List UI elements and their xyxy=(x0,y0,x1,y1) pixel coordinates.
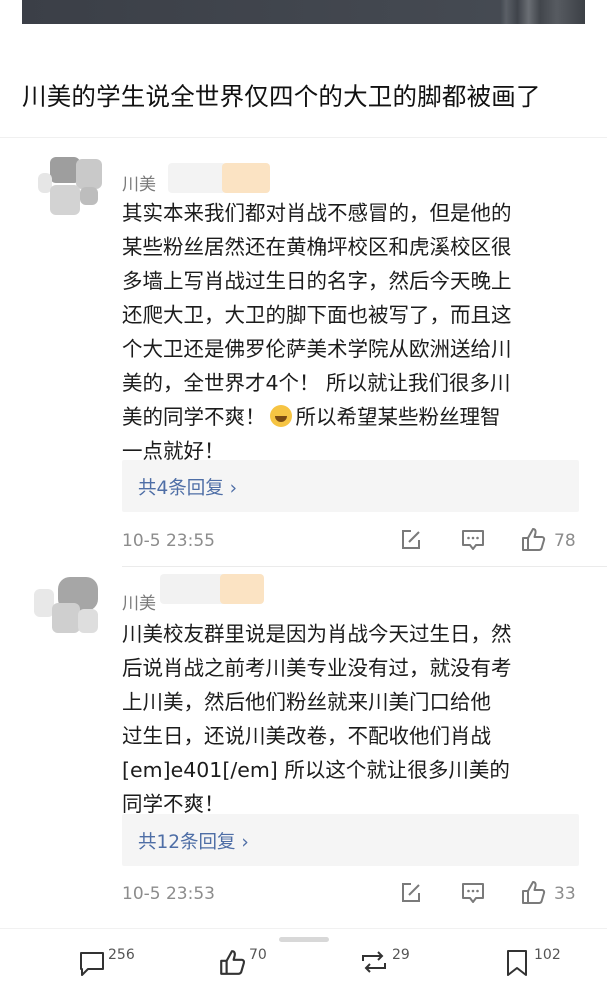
comment-time: 10-5 23:55 xyxy=(122,531,215,551)
likes-action-button[interactable]: 70 xyxy=(218,947,278,982)
username-redaction xyxy=(168,163,226,193)
laughing-tears-emoji-icon xyxy=(269,405,292,427)
comment-meta: 10-5 23:53 33 xyxy=(122,880,582,910)
repost-icon xyxy=(362,951,386,973)
comments-action-button[interactable]: 256 xyxy=(78,947,148,982)
favorite-action-button[interactable]: 102 xyxy=(504,947,574,982)
compose-icon[interactable] xyxy=(398,527,424,553)
drag-handle[interactable] xyxy=(279,937,329,942)
divider xyxy=(122,566,607,567)
repost-action-button[interactable]: 29 xyxy=(358,947,418,982)
thumbs-up-icon[interactable] xyxy=(520,880,546,906)
post-title: 川美的学生说全世界仅四个的大卫的脚都被画了 xyxy=(22,82,541,111)
username-redaction xyxy=(220,574,264,604)
divider xyxy=(0,137,607,138)
chat-icon[interactable] xyxy=(460,527,486,553)
comment-text: 川美校友群里说是因为肖战今天过生日，然 后说肖战之前考川美专业没有过，就没有考 … xyxy=(122,622,512,816)
likes-count: 70 xyxy=(249,947,267,963)
view-replies-button[interactable]: 共4条回复 › xyxy=(122,460,579,512)
comment-text: 其实本来我们都对肖战不感冒的，但是他的 某些粉丝居然还在黄桷坪校区和虎溪校区很 … xyxy=(122,201,512,463)
chat-bubble-icon xyxy=(80,952,104,976)
username-redaction xyxy=(222,163,270,193)
comment-username[interactable]: 川美 xyxy=(122,589,156,614)
top-banner-image xyxy=(22,0,585,24)
favorites-count: 102 xyxy=(534,947,561,963)
username-redaction xyxy=(160,574,226,604)
compose-icon[interactable] xyxy=(398,880,424,906)
thumbs-up-icon xyxy=(220,950,246,975)
reposts-count: 29 xyxy=(392,947,410,963)
like-count: 78 xyxy=(554,531,576,551)
view-replies-button[interactable]: 共12条回复 › xyxy=(122,814,579,866)
like-count: 33 xyxy=(554,884,576,904)
chat-icon[interactable] xyxy=(460,880,486,906)
thumbs-up-icon[interactable] xyxy=(520,527,546,553)
comment-meta: 10-5 23:55 78 xyxy=(122,527,582,557)
avatar[interactable] xyxy=(32,577,102,647)
comments-count: 256 xyxy=(108,947,135,963)
comment-time: 10-5 23:53 xyxy=(122,884,215,904)
bookmark-icon xyxy=(507,950,527,976)
comment-username[interactable]: 川美 xyxy=(122,170,156,195)
avatar[interactable] xyxy=(32,157,102,227)
